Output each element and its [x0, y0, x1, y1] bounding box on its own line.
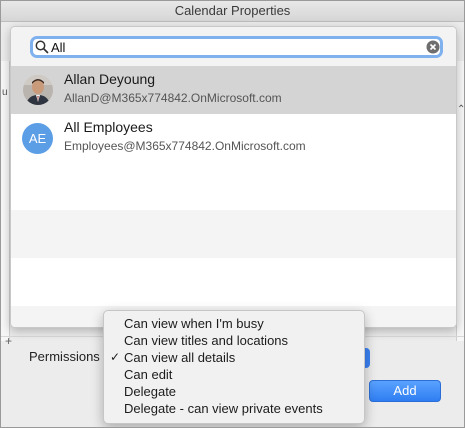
add-button[interactable]: Add — [369, 380, 441, 402]
background-stepper-icon: ⌃ — [457, 104, 465, 115]
menu-item-can-edit[interactable]: Can edit — [104, 366, 364, 383]
avatar — [23, 75, 53, 105]
permissions-label: Permissions — [29, 349, 100, 364]
permissions-menu: Can view when I'm busy Can view titles a… — [103, 310, 365, 424]
result-name: All Employees — [64, 119, 153, 135]
background-panel-right — [456, 61, 464, 341]
search-input[interactable] — [51, 39, 421, 55]
menu-item-can-view-when-busy[interactable]: Can view when I'm busy — [104, 315, 364, 332]
menu-item-delegate-private-events[interactable]: Delegate - can view private events — [104, 400, 364, 417]
background-edge-glyph: u — [2, 87, 8, 98]
background-panel-left — [1, 61, 10, 341]
menu-item-label: Can edit — [124, 367, 173, 382]
menu-item-label: Can view titles and locations — [124, 333, 289, 348]
result-name: Allan Deyoung — [64, 71, 156, 87]
add-user-small-icon[interactable]: + — [5, 334, 12, 348]
search-result-allan-deyoung[interactable]: Allan Deyoung AllanD@M365x774842.OnMicro… — [11, 66, 456, 114]
search-result-all-employees[interactable]: AE All Employees Employees@M365x774842.O… — [11, 114, 456, 162]
search-icon — [35, 40, 49, 54]
result-email: Employees@M365x774842.OnMicrosoft.com — [64, 139, 306, 153]
user-search-popover: Allan Deyoung AllanD@M365x774842.OnMicro… — [10, 26, 457, 328]
avatar: AE — [22, 123, 53, 154]
clear-search-icon[interactable] — [426, 40, 440, 54]
menu-item-label: Delegate — [124, 384, 177, 399]
search-bar — [11, 27, 456, 66]
window-title: Calendar Properties — [1, 1, 464, 22]
result-email: AllanD@M365x774842.OnMicrosoft.com — [64, 91, 282, 105]
search-field[interactable] — [30, 36, 443, 58]
menu-item-label: Can view all details — [124, 350, 236, 365]
empty-list-row — [11, 210, 456, 258]
checkmark-icon: ✓ — [110, 350, 121, 364]
menu-item-can-view-titles-locations[interactable]: Can view titles and locations — [104, 332, 364, 349]
menu-item-label: Delegate - can view private events — [124, 401, 323, 416]
menu-item-label: Can view when I'm busy — [124, 316, 264, 331]
menu-item-delegate[interactable]: Delegate — [104, 383, 364, 400]
menu-item-can-view-all-details[interactable]: ✓ Can view all details — [104, 349, 364, 366]
calendar-properties-window: Calendar Properties u ⌃ + All Allan Deyo… — [0, 0, 465, 428]
